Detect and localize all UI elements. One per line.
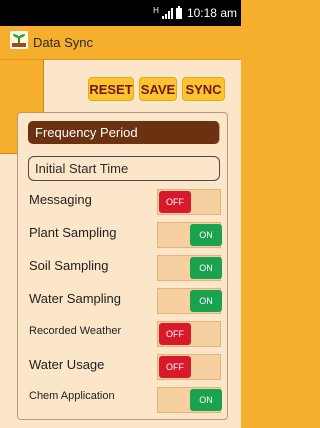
battery-icon bbox=[175, 6, 182, 19]
save-button[interactable]: SAVE bbox=[139, 77, 177, 101]
toggle-state: OFF bbox=[159, 323, 191, 345]
toggle-state: OFF bbox=[159, 191, 191, 213]
signal-icon bbox=[161, 8, 173, 19]
plant-logo-icon bbox=[10, 31, 28, 54]
sync-button[interactable]: SYNC bbox=[182, 77, 225, 101]
reset-button[interactable]: RESET bbox=[88, 77, 134, 101]
plant-sampling-toggle[interactable]: ON bbox=[157, 222, 222, 248]
initial-start-time-button[interactable]: Initial Start Time bbox=[28, 156, 220, 181]
recorded-weather-toggle[interactable]: OFF bbox=[157, 321, 221, 347]
toggle-state: ON bbox=[190, 224, 222, 246]
toggle-label-plant-sampling: Plant Sampling bbox=[29, 225, 117, 240]
toggle-label-soil-sampling: Soil Sampling bbox=[29, 258, 109, 273]
status-icons: H bbox=[153, 6, 182, 19]
toggle-label-water-sampling: Water Sampling bbox=[29, 291, 121, 306]
action-buttons: RESET SAVE SYNC bbox=[88, 77, 225, 101]
toggle-label-water-usage: Water Usage bbox=[29, 357, 105, 372]
frequency-period-button[interactable]: Frequency Period bbox=[28, 121, 220, 144]
toggle-state: ON bbox=[190, 257, 222, 279]
toggle-label-recorded-weather: Recorded Weather bbox=[29, 325, 122, 337]
toggle-label-chem-application: Chem Application bbox=[29, 390, 115, 402]
app-title: Data Sync bbox=[33, 35, 93, 50]
chem-application-toggle[interactable]: ON bbox=[157, 387, 222, 413]
water-sampling-toggle[interactable]: ON bbox=[157, 288, 222, 314]
toggle-state: OFF bbox=[159, 356, 191, 378]
toggle-state: ON bbox=[190, 389, 222, 411]
toggle-label-messaging: Messaging bbox=[29, 192, 92, 207]
toggle-state: ON bbox=[190, 290, 222, 312]
water-usage-toggle[interactable]: OFF bbox=[157, 354, 221, 380]
network-type-indicator: H bbox=[153, 6, 159, 15]
messaging-toggle[interactable]: OFF bbox=[157, 189, 221, 215]
status-time: 10:18 am bbox=[186, 6, 237, 20]
soil-sampling-toggle[interactable]: ON bbox=[157, 255, 222, 281]
app-bar: Data Sync bbox=[0, 26, 241, 60]
status-bar: H 10:18 am bbox=[0, 0, 241, 26]
